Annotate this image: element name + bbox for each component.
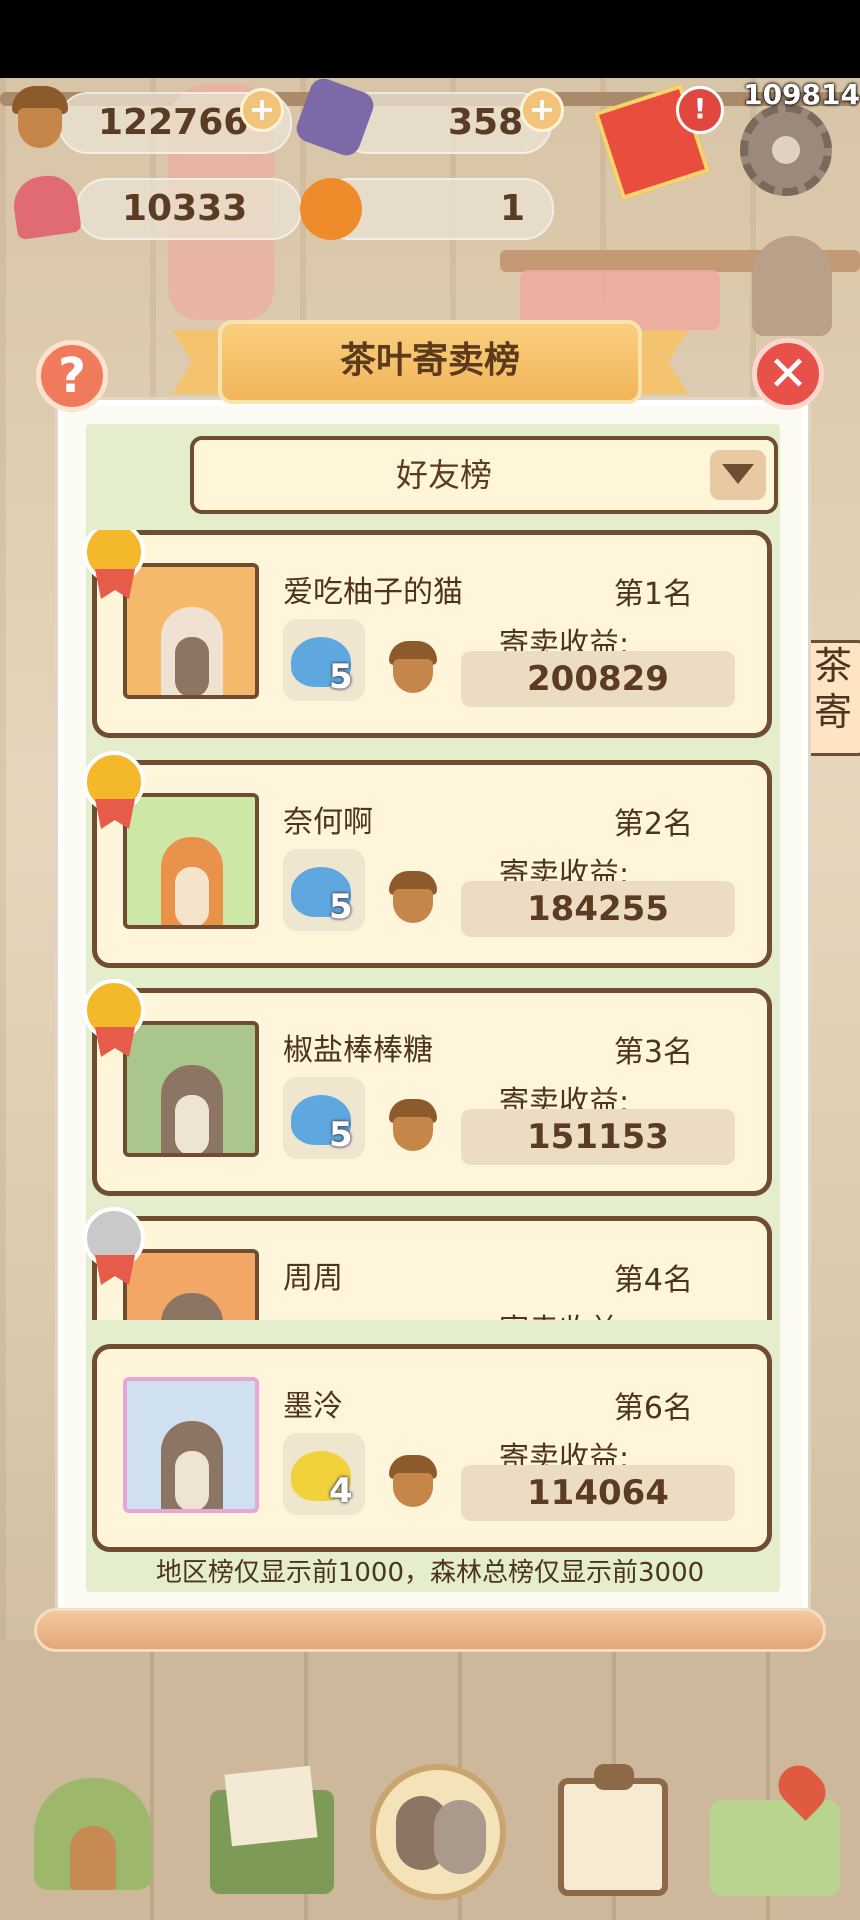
player-name: 墨泠: [283, 1389, 343, 1424]
acorn-icon: [387, 1455, 439, 1509]
earnings-label: 寄卖收益:: [499, 1305, 629, 1320]
acorn-icon: [10, 86, 70, 150]
nav-house-button[interactable]: [28, 1760, 158, 1900]
avatar: [123, 1021, 259, 1157]
chevron-down-icon[interactable]: [710, 450, 766, 500]
ranking-card[interactable]: 周周 第4名 寄卖收益:: [83, 1207, 772, 1320]
avatar: [123, 563, 259, 699]
alert-badge: !: [676, 86, 724, 134]
medal-icon: [83, 979, 145, 1057]
status-bar: [0, 0, 860, 78]
player-rank: 第1名: [613, 577, 693, 612]
ranking-list[interactable]: 爱吃柚子的猫 第1名 寄卖收益: 5 200829 奈何啊 第2名 寄卖收益: …: [80, 530, 780, 1320]
ranking-card[interactable]: 奈何啊 第2名 寄卖收益: 5 184255: [83, 751, 772, 968]
avatar: [123, 793, 259, 929]
nav-friends-button[interactable]: [370, 1760, 506, 1900]
acorn-icon: [387, 1099, 439, 1153]
earnings-value: 184255: [461, 881, 735, 937]
player-rank: 第4名: [613, 1263, 693, 1298]
orange-icon: [300, 178, 362, 240]
my-ranking-card[interactable]: 墨泠 第6名 寄卖收益: 4 114064: [92, 1344, 772, 1552]
board-select-label: 好友榜: [395, 456, 492, 494]
earnings-value: 114064: [461, 1465, 735, 1521]
add-acorns-button[interactable]: +: [240, 88, 284, 132]
help-button[interactable]: ?: [36, 340, 108, 412]
gear-icon[interactable]: [740, 104, 832, 196]
player-name: 爱吃柚子的猫: [283, 575, 463, 610]
nav-mail-button[interactable]: [206, 1760, 336, 1900]
teapot-level: 5: [329, 887, 353, 927]
player-rank: 第6名: [613, 1391, 693, 1426]
teapot-icon: 4: [283, 1433, 365, 1515]
gem-count: 358: [448, 102, 524, 143]
close-icon: ✕: [767, 346, 809, 402]
player-rank: 第2名: [613, 807, 693, 842]
acorn-icon: [387, 871, 439, 925]
avatar: [123, 1377, 259, 1513]
nav-tasks-button[interactable]: [552, 1760, 682, 1900]
teapot-level: 4: [329, 1471, 353, 1511]
add-gems-button[interactable]: +: [520, 88, 564, 132]
teapot-icon: 5: [283, 619, 365, 701]
avatar: [123, 1249, 259, 1320]
side-sign: 茶 寄: [800, 640, 860, 756]
teapot-level: 5: [329, 1115, 353, 1155]
player-rank: 第3名: [613, 1035, 693, 1070]
earnings-value: 151153: [461, 1109, 735, 1165]
footnote: 地区榜仅显示前1000，森林总榜仅显示前3000: [155, 1558, 705, 1588]
ranking-card[interactable]: 椒盐棒棒糖 第3名 寄卖收益: 5 151153: [83, 979, 772, 1196]
medal-icon: [83, 1207, 145, 1285]
teapot-level: 5: [329, 657, 353, 697]
teapot-icon: 5: [283, 849, 365, 931]
medal-icon: [83, 751, 145, 829]
sloth-icon[interactable]: [752, 236, 832, 336]
panel-title: 茶叶寄卖榜: [218, 320, 642, 404]
close-button[interactable]: ✕: [752, 338, 824, 410]
heart-counter: 10333: [76, 178, 302, 240]
counter-readout: 109814: [743, 78, 860, 111]
board-select-dropdown[interactable]: 好友榜: [190, 436, 778, 514]
heart-count: 10333: [122, 188, 248, 229]
acorn-icon: [387, 641, 439, 695]
orange-count: 1: [500, 188, 526, 229]
earnings-value: 200829: [461, 651, 735, 707]
help-icon: ?: [58, 348, 86, 404]
player-name: 奈何啊: [283, 805, 373, 840]
acorn-count: 122766: [98, 102, 249, 143]
scroll-rod: [34, 1608, 826, 1652]
ranking-card[interactable]: 爱吃柚子的猫 第1名 寄卖收益: 5 200829: [83, 530, 772, 738]
player-name: 周周: [283, 1261, 343, 1296]
player-name: 椒盐棒棒糖: [283, 1033, 433, 1068]
teapot-icon: 5: [283, 1077, 365, 1159]
nav-map-button[interactable]: [700, 1757, 850, 1900]
